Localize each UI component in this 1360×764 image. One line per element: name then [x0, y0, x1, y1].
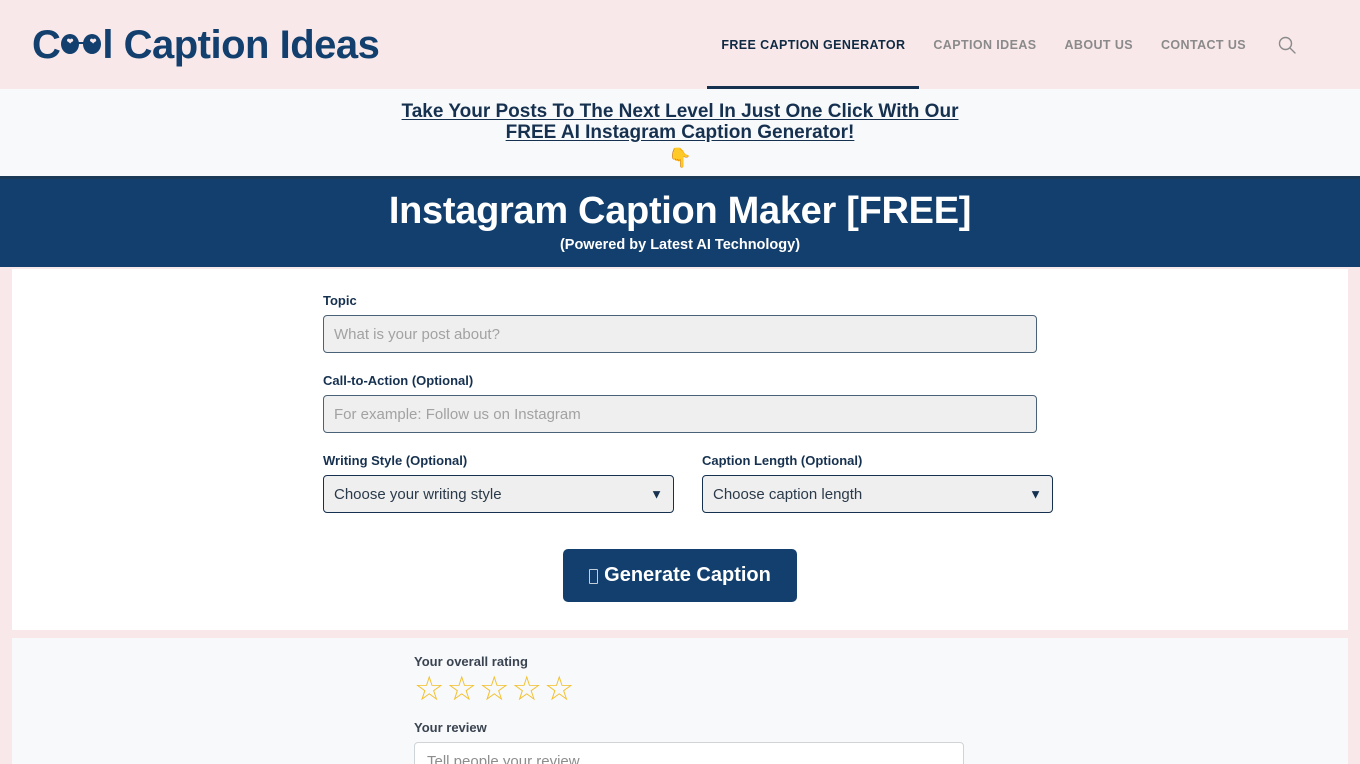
main-navigation: FREE CAPTION GENERATOR CAPTION IDEAS ABO… — [707, 0, 1300, 89]
topic-input[interactable] — [323, 315, 1037, 354]
writing-style-group: Writing Style (Optional) Choose your wri… — [323, 453, 674, 514]
site-logo[interactable]: C ❤ ❤ l Caption Ideas — [32, 22, 380, 67]
caption-length-select[interactable]: Choose caption length — [702, 475, 1053, 514]
topic-field-group: Topic — [323, 293, 1037, 354]
topic-label: Topic — [323, 293, 357, 309]
caption-length-select-wrap: Choose caption length ▼ — [702, 475, 1053, 514]
review-form: Your overall rating ☆ ☆ ☆ ☆ ☆ Your revie… — [414, 654, 964, 764]
search-icon[interactable] — [1274, 32, 1300, 58]
star-icon-4[interactable]: ☆ — [511, 672, 541, 706]
caption-length-label: Caption Length (Optional) — [702, 453, 863, 469]
writing-style-select-wrap: Choose your writing style ▼ — [323, 475, 674, 514]
writing-style-select[interactable]: Choose your writing style — [323, 475, 674, 514]
your-review-label: Your review — [414, 720, 487, 736]
star-icon-5[interactable]: ☆ — [544, 672, 574, 706]
page-title: Instagram Caption Maker [FREE] — [388, 190, 972, 233]
nav-item-free-caption-generator[interactable]: FREE CAPTION GENERATOR — [707, 0, 920, 89]
nav-item-about-us[interactable]: ABOUT US — [1051, 0, 1147, 89]
page-title-banner: Instagram Caption Maker [FREE] (Powered … — [0, 176, 1360, 268]
generator-form: Topic Call-to-Action (Optional) Writing … — [323, 293, 1053, 603]
nav-item-contact-us[interactable]: CONTACT US — [1147, 0, 1260, 89]
writing-style-label: Writing Style (Optional) — [323, 453, 468, 469]
generate-row: Generate Caption — [323, 549, 1037, 603]
generate-caption-button-label: Generate Caption — [604, 564, 771, 587]
overall-rating-label: Your overall rating — [414, 654, 528, 670]
page-subtitle: (Powered by Latest AI Technology) — [559, 237, 801, 254]
heart-right: ❤ — [89, 36, 97, 46]
logo-text-after: l Caption Ideas — [102, 22, 380, 67]
hero-tagline-line2: FREE AI Instagram Caption Generator! — [505, 121, 855, 143]
star-icon-1[interactable]: ☆ — [414, 672, 444, 706]
caption-length-group: Caption Length (Optional) Choose caption… — [702, 453, 1053, 514]
generator-form-card: Topic Call-to-Action (Optional) Writing … — [12, 269, 1348, 631]
logo-text-before: C — [32, 22, 61, 67]
star-rating-widget[interactable]: ☆ ☆ ☆ ☆ ☆ — [414, 672, 964, 706]
generate-caption-button[interactable]: Generate Caption — [563, 549, 797, 603]
hero-tagline-line1: Take Your Posts To The Next Level In Jus… — [401, 101, 959, 122]
review-section: Your overall rating ☆ ☆ ☆ ☆ ☆ Your revie… — [12, 638, 1348, 764]
nav-item-caption-ideas[interactable]: CAPTION IDEAS — [919, 0, 1050, 89]
star-icon-2[interactable]: ☆ — [446, 672, 476, 706]
options-row: Writing Style (Optional) Choose your wri… — [323, 453, 1053, 514]
hero-tagline-link[interactable]: Take Your Posts To The Next Level In Jus… — [380, 101, 980, 143]
heart-sunglasses-icon: ❤ ❤ — [61, 33, 102, 56]
site-header: C ❤ ❤ l Caption Ideas FREE CAPTION GENERATO… — [0, 0, 1360, 89]
heart-left: ❤ — [66, 36, 74, 46]
cta-field-group: Call-to-Action (Optional) — [323, 373, 1037, 434]
review-textarea[interactable] — [414, 742, 964, 764]
cta-label: Call-to-Action (Optional) — [323, 373, 474, 389]
cta-input[interactable] — [323, 395, 1037, 434]
missing-glyph-icon — [589, 569, 599, 585]
sunglasses-bridge — [78, 41, 85, 44]
pointing-down-hand-icon: 👇 — [668, 148, 692, 170]
tagline-band: Take Your Posts To The Next Level In Jus… — [0, 89, 1360, 177]
star-icon-3[interactable]: ☆ — [479, 672, 509, 706]
